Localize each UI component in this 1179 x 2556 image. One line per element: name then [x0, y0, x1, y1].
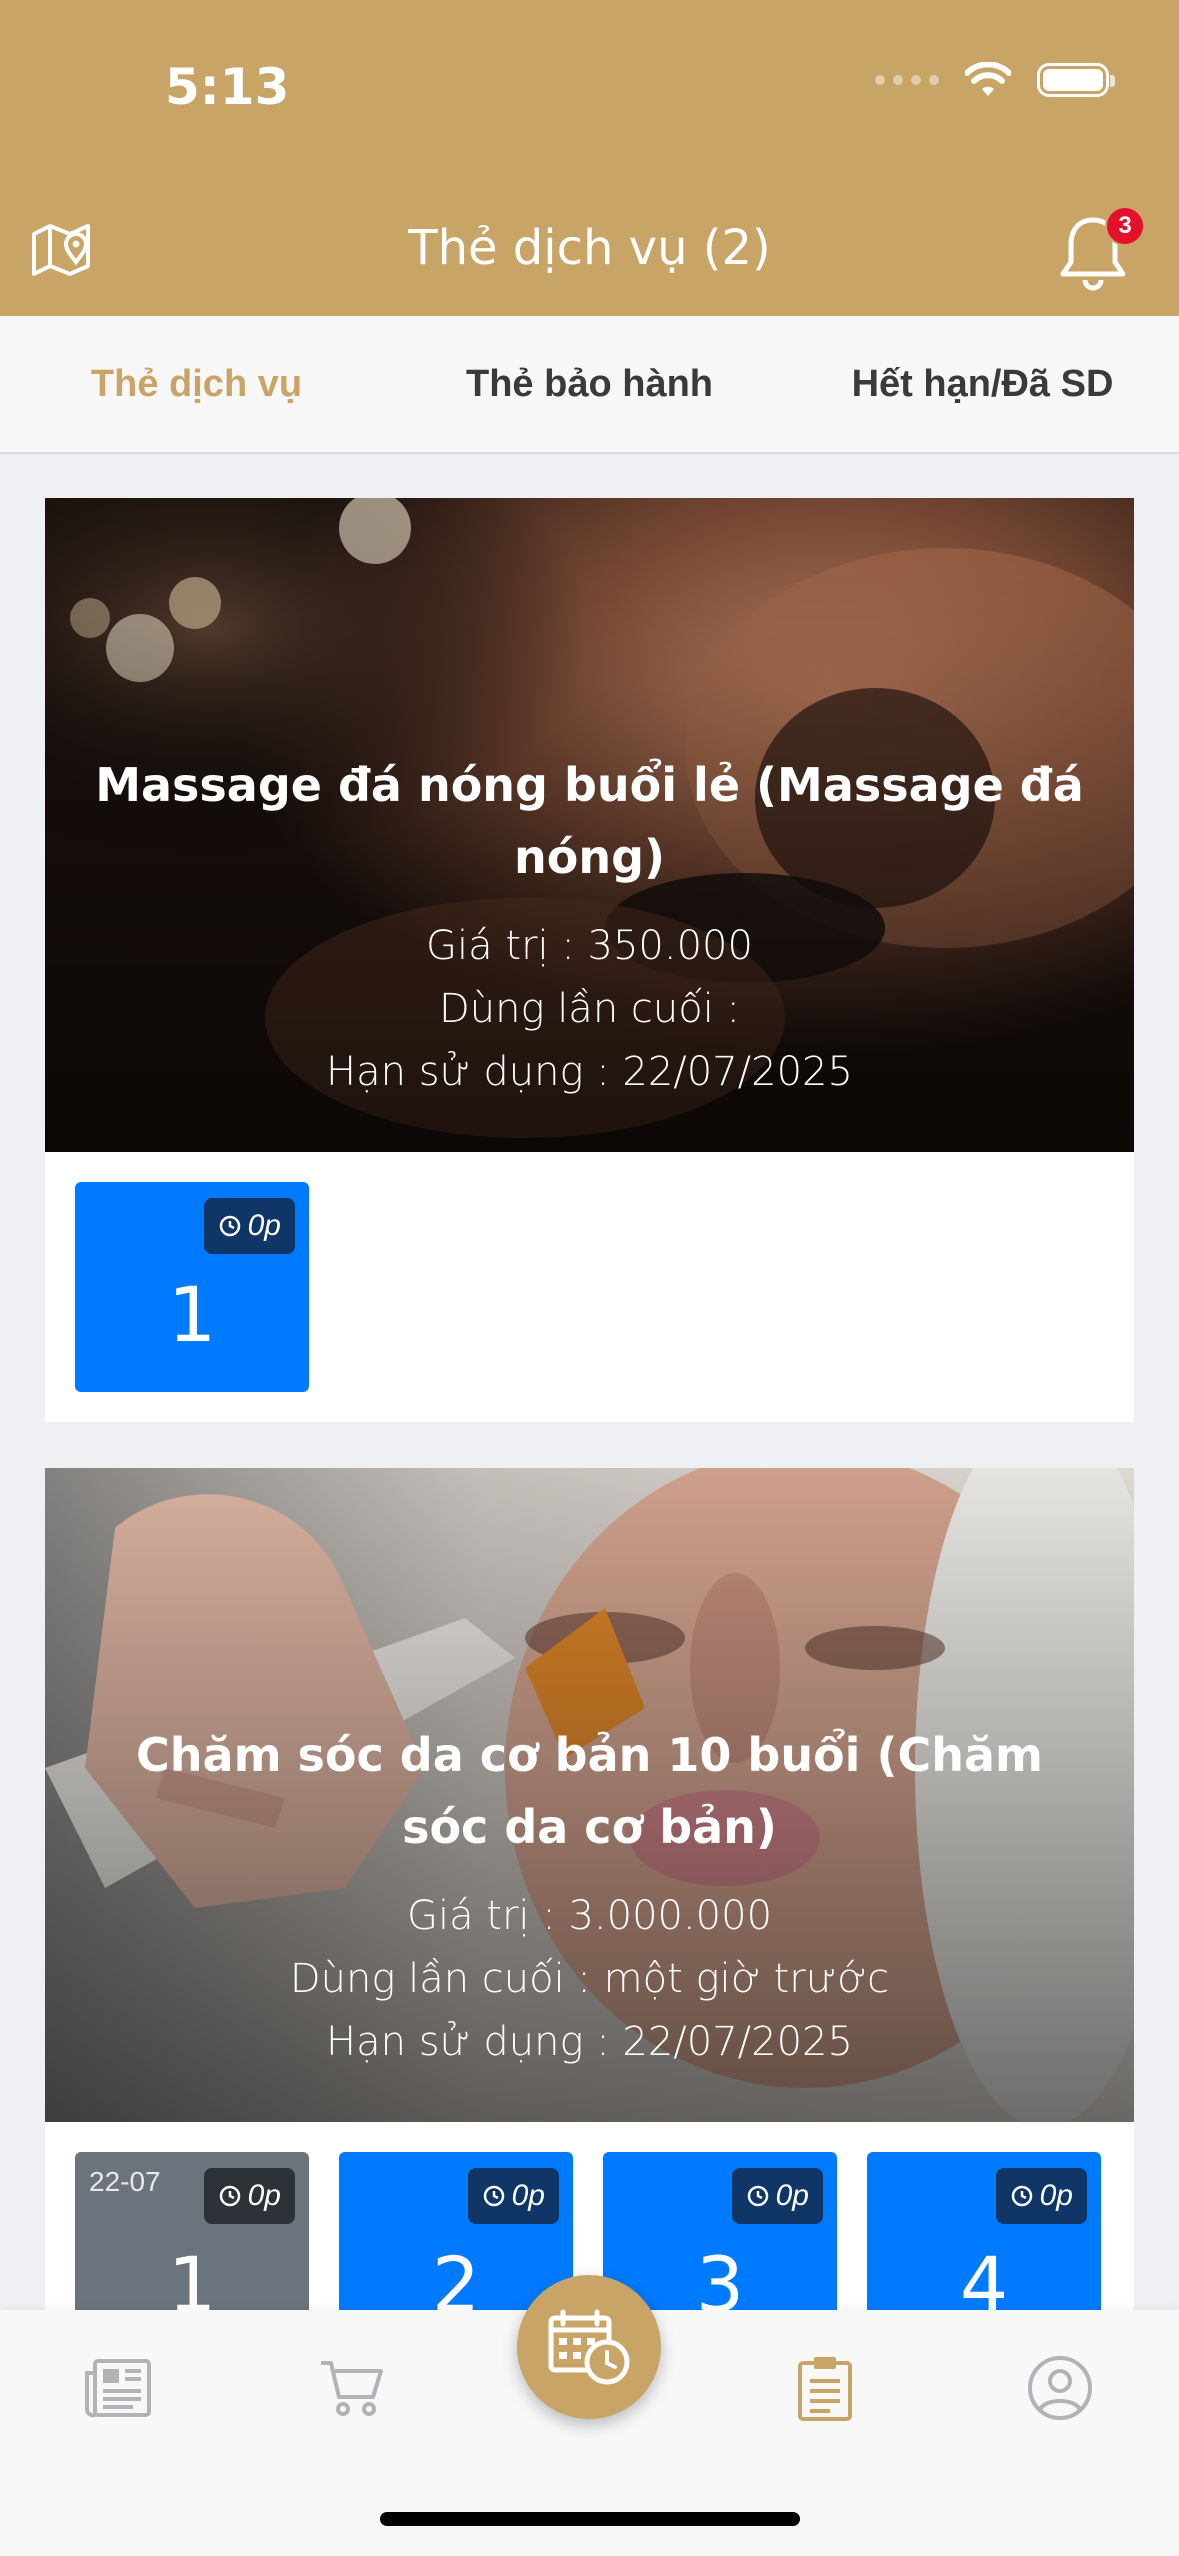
session-duration: 0p [775, 2179, 809, 2212]
card-expiry: Hạn sử dụng : 22/07/2025 [326, 1049, 853, 1095]
card-last-used: Dùng lần cuối : một giờ trước [289, 1956, 890, 2002]
nav-cards[interactable] [785, 2348, 865, 2428]
card-image: Chăm sóc da cơ bản 10 buổi (Chăm sóc da … [45, 1468, 1134, 2122]
calendar-clock-icon [548, 2309, 630, 2385]
service-card[interactable]: Massage đá nóng buổi lẻ (Massage đá nóng… [45, 498, 1134, 1422]
clock-icon [483, 2185, 504, 2207]
tab-service-cards[interactable]: Thẻ dịch vụ [0, 316, 393, 452]
duration-chip: 0p [467, 2168, 559, 2224]
duration-chip: 0p [731, 2168, 823, 2224]
tab-expired-used[interactable]: Hết hạn/Đã SD [786, 316, 1179, 452]
session-number: 1 [167, 1270, 217, 1359]
duration-chip: 0p [995, 2168, 1087, 2224]
card-info: Massage đá nóng buổi lẻ (Massage đá nóng… [45, 749, 1134, 1152]
clipboard-icon [798, 2357, 852, 2421]
tab-warranty-cards[interactable]: Thẻ bảo hành [393, 316, 786, 452]
card-image: Massage đá nóng buổi lẻ (Massage đá nóng… [45, 498, 1134, 1152]
duration-chip: 0p [203, 1198, 295, 1254]
session-date: 22-07 [89, 2166, 161, 2197]
card-last-used: Dùng lần cuối : [438, 986, 741, 1032]
session-list: 0p 1 [45, 1152, 1134, 1422]
session-tile[interactable]: 0p 4 [867, 2152, 1101, 2310]
card-expiry: Hạn sử dụng : 22/07/2025 [326, 2019, 853, 2065]
wifi-icon [965, 62, 1011, 96]
nav-cart[interactable] [312, 2348, 392, 2428]
session-tile[interactable]: 0p 1 [75, 1182, 309, 1392]
card-value: Giá trị : 3.000.000 [406, 1893, 773, 1939]
signal-icon [875, 75, 939, 85]
duration-chip: 0p [203, 2168, 295, 2224]
clock-icon [219, 1215, 240, 1237]
page-title: Thẻ dịch vụ (2) [408, 220, 771, 276]
session-tile[interactable]: 22-07 0p 1 ✓ [75, 2152, 309, 2310]
card-info: Chăm sóc da cơ bản 10 buổi (Chăm sóc da … [45, 1719, 1134, 2122]
nav-profile[interactable] [1020, 2348, 1100, 2428]
nav-news[interactable] [78, 2348, 158, 2428]
service-card[interactable]: Chăm sóc da cơ bản 10 buổi (Chăm sóc da … [45, 1468, 1134, 2310]
status-icons [875, 62, 1115, 98]
tab-bar: Thẻ dịch vụ Thẻ bảo hành Hết hạn/Đã SD [0, 316, 1179, 454]
cart-icon [321, 2361, 383, 2416]
card-title: Massage đá nóng buổi lẻ (Massage đá nóng… [95, 758, 1084, 884]
user-icon [1028, 2356, 1092, 2420]
notification-button[interactable]: 3 [1057, 206, 1145, 291]
status-time: 5:13 [165, 58, 290, 116]
session-duration: 0p [247, 2179, 281, 2212]
news-icon [85, 2359, 151, 2418]
app-header: 5:13 Thẻ dịch vụ (2) 3 [0, 0, 1179, 316]
session-duration: 0p [247, 1209, 281, 1242]
session-duration: 0p [1039, 2179, 1073, 2212]
clock-icon [1011, 2185, 1032, 2207]
card-title: Chăm sóc da cơ bản 10 buổi (Chăm sóc da … [136, 1728, 1043, 1854]
session-tile[interactable]: 0p 2 [339, 2152, 573, 2310]
booking-button[interactable] [517, 2275, 661, 2419]
session-duration: 0p [511, 2179, 545, 2212]
clock-icon [219, 2185, 240, 2207]
battery-icon [1037, 63, 1115, 97]
session-number: 1 [167, 2240, 217, 2310]
notification-badge: 3 [1105, 206, 1145, 246]
home-indicator [380, 2512, 800, 2526]
clock-icon [747, 2185, 768, 2207]
session-number: 4 [959, 2240, 1009, 2310]
card-value: Giá trị : 350.000 [426, 923, 753, 969]
session-tile[interactable]: 0p 3 [603, 2152, 837, 2310]
